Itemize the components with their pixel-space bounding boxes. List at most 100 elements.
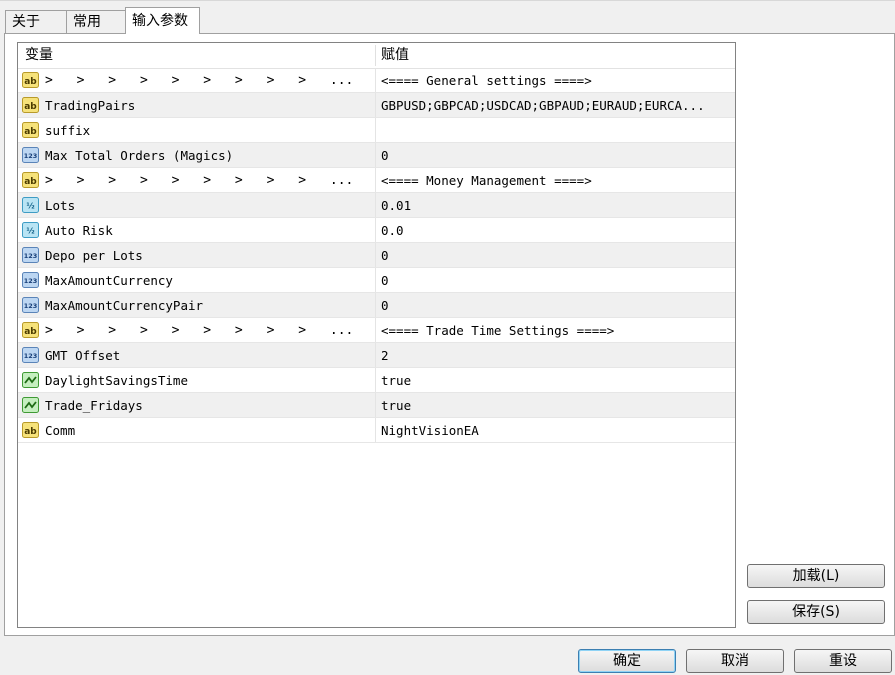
svg-text:ab: ab (24, 177, 37, 187)
variable-cell[interactable]: ½ Lots (18, 193, 375, 218)
column-header-variable[interactable]: 变量 (25, 43, 53, 68)
parameters-table: 变量 赋值 ab > > > > > > > > > ... <==== Gener… (17, 42, 736, 628)
integer-type-icon: 123 (21, 346, 40, 364)
variable-cell[interactable]: 123 Depo per Lots (18, 243, 375, 268)
integer-type-icon: 123 (21, 246, 40, 264)
value-cell[interactable] (375, 118, 735, 143)
variable-cell[interactable]: ab suffix (18, 118, 375, 143)
cancel-button[interactable]: 取消 (686, 649, 784, 673)
variable-name: DaylightSavingsTime (45, 373, 188, 388)
boolean-type-icon (21, 371, 40, 389)
variable-name: > > > > > > > > > ... (45, 73, 354, 88)
variable-cell[interactable]: 123 Max Total Orders (Magics) (18, 143, 375, 168)
value-cell[interactable]: 0.01 (375, 193, 735, 218)
table-row[interactable]: 123 MaxAmountCurrencyPair 0 (18, 293, 735, 318)
variable-name: MaxAmountCurrencyPair (45, 298, 204, 313)
string-type-icon: ab (21, 71, 40, 89)
table-row[interactable]: 123 Depo per Lots 0 (18, 243, 735, 268)
svg-text:123: 123 (24, 252, 38, 260)
reset-button[interactable]: 重设 (794, 649, 892, 673)
load-button[interactable]: 加载(L) (747, 564, 885, 588)
variable-cell[interactable]: ab > > > > > > > > > ... (18, 168, 375, 193)
integer-type-icon: 123 (21, 296, 40, 314)
value-cell[interactable]: <==== General settings ====> (375, 68, 735, 93)
variable-name: suffix (45, 123, 91, 138)
variable-cell[interactable]: 123 GMT Offset (18, 343, 375, 368)
column-divider[interactable] (375, 45, 376, 66)
top-border (0, 0, 895, 1)
tab-inputs[interactable]: 输入参数 (125, 7, 200, 34)
table-row[interactable]: Trade_Fridays true (18, 393, 735, 418)
variable-cell[interactable]: ab Comm (18, 418, 375, 443)
value-cell[interactable]: true (375, 368, 735, 393)
variable-cell[interactable]: ½ Auto Risk (18, 218, 375, 243)
table-header: 变量 赋值 (18, 43, 735, 69)
value-cell[interactable]: GBPUSD;GBPCAD;USDCAD;GBPAUD;EURAUD;EURCA… (375, 93, 735, 118)
value-cell[interactable]: 0 (375, 143, 735, 168)
value-cell[interactable]: 0 (375, 293, 735, 318)
variable-name: GMT Offset (45, 348, 121, 363)
svg-text:123: 123 (24, 352, 38, 360)
column-header-value[interactable]: 赋值 (381, 43, 409, 68)
variable-cell[interactable]: DaylightSavingsTime (18, 368, 375, 393)
svg-text:½: ½ (26, 226, 34, 236)
integer-type-icon: 123 (21, 146, 40, 164)
string-type-icon: ab (21, 421, 40, 439)
string-type-icon: ab (21, 321, 40, 339)
table-row[interactable]: ab > > > > > > > > > ... <==== Trade Time … (18, 318, 735, 343)
table-row[interactable]: ½ Auto Risk 0.0 (18, 218, 735, 243)
variable-name: Comm (45, 423, 76, 438)
variable-cell[interactable]: 123 MaxAmountCurrencyPair (18, 293, 375, 318)
variable-cell[interactable]: ab > > > > > > > > > ... (18, 318, 375, 343)
svg-text:ab: ab (24, 327, 37, 337)
table-row[interactable]: ab TradingPairs GBPUSD;GBPCAD;USDCAD;GBPAU… (18, 93, 735, 118)
table-row[interactable]: 123 MaxAmountCurrency 0 (18, 268, 735, 293)
variable-name: Lots (45, 198, 76, 213)
double-type-icon: ½ (21, 196, 40, 214)
svg-text:123: 123 (24, 277, 38, 285)
table-row[interactable]: ab > > > > > > > > > ... <==== General set… (18, 68, 735, 93)
variable-name: Trade_Fridays (45, 398, 143, 413)
value-cell[interactable]: 2 (375, 343, 735, 368)
table-row[interactable]: ab suffix (18, 118, 735, 143)
variable-name: > > > > > > > > > ... (45, 323, 354, 338)
value-cell[interactable]: <==== Money Management ====> (375, 168, 735, 193)
table-row[interactable]: ½ Lots 0.01 (18, 193, 735, 218)
value-cell[interactable]: <==== Trade Time Settings ====> (375, 318, 735, 343)
save-button[interactable]: 保存(S) (747, 600, 885, 624)
variable-name: MaxAmountCurrency (45, 273, 173, 288)
variable-name: Depo per Lots (45, 248, 143, 263)
row-divider (18, 442, 735, 443)
variable-cell[interactable]: ab > > > > > > > > > ... (18, 68, 375, 93)
svg-text:123: 123 (24, 152, 38, 160)
variable-cell[interactable]: ab TradingPairs (18, 93, 375, 118)
table-row[interactable]: 123 GMT Offset 2 (18, 343, 735, 368)
variable-name: Max Total Orders (Magics) (45, 148, 234, 163)
tab-common[interactable]: 常用 (66, 10, 126, 33)
value-cell[interactable]: 0.0 (375, 218, 735, 243)
value-cell[interactable]: NightVisionEA (375, 418, 735, 443)
svg-text:½: ½ (26, 201, 34, 211)
tab-bar: 关于 常用 输入参数 (0, 0, 895, 34)
table-row[interactable]: ab Comm NightVisionEA (18, 418, 735, 443)
integer-type-icon: 123 (21, 271, 40, 289)
variable-cell[interactable]: Trade_Fridays (18, 393, 375, 418)
string-type-icon: ab (21, 121, 40, 139)
table-row[interactable]: DaylightSavingsTime true (18, 368, 735, 393)
ok-button[interactable]: 确定 (578, 649, 676, 673)
value-cell[interactable]: 0 (375, 268, 735, 293)
string-type-icon: ab (21, 171, 40, 189)
value-cell[interactable]: true (375, 393, 735, 418)
boolean-type-icon (21, 396, 40, 414)
svg-text:ab: ab (24, 427, 37, 437)
tab-about[interactable]: 关于 (5, 10, 67, 33)
value-cell[interactable]: 0 (375, 243, 735, 268)
table-row[interactable]: ab > > > > > > > > > ... <==== Money Manag… (18, 168, 735, 193)
svg-text:ab: ab (24, 102, 37, 112)
variable-cell[interactable]: 123 MaxAmountCurrency (18, 268, 375, 293)
table-row[interactable]: 123 Max Total Orders (Magics) 0 (18, 143, 735, 168)
variable-name: Auto Risk (45, 223, 113, 238)
string-type-icon: ab (21, 96, 40, 114)
double-type-icon: ½ (21, 221, 40, 239)
svg-text:123: 123 (24, 302, 38, 310)
